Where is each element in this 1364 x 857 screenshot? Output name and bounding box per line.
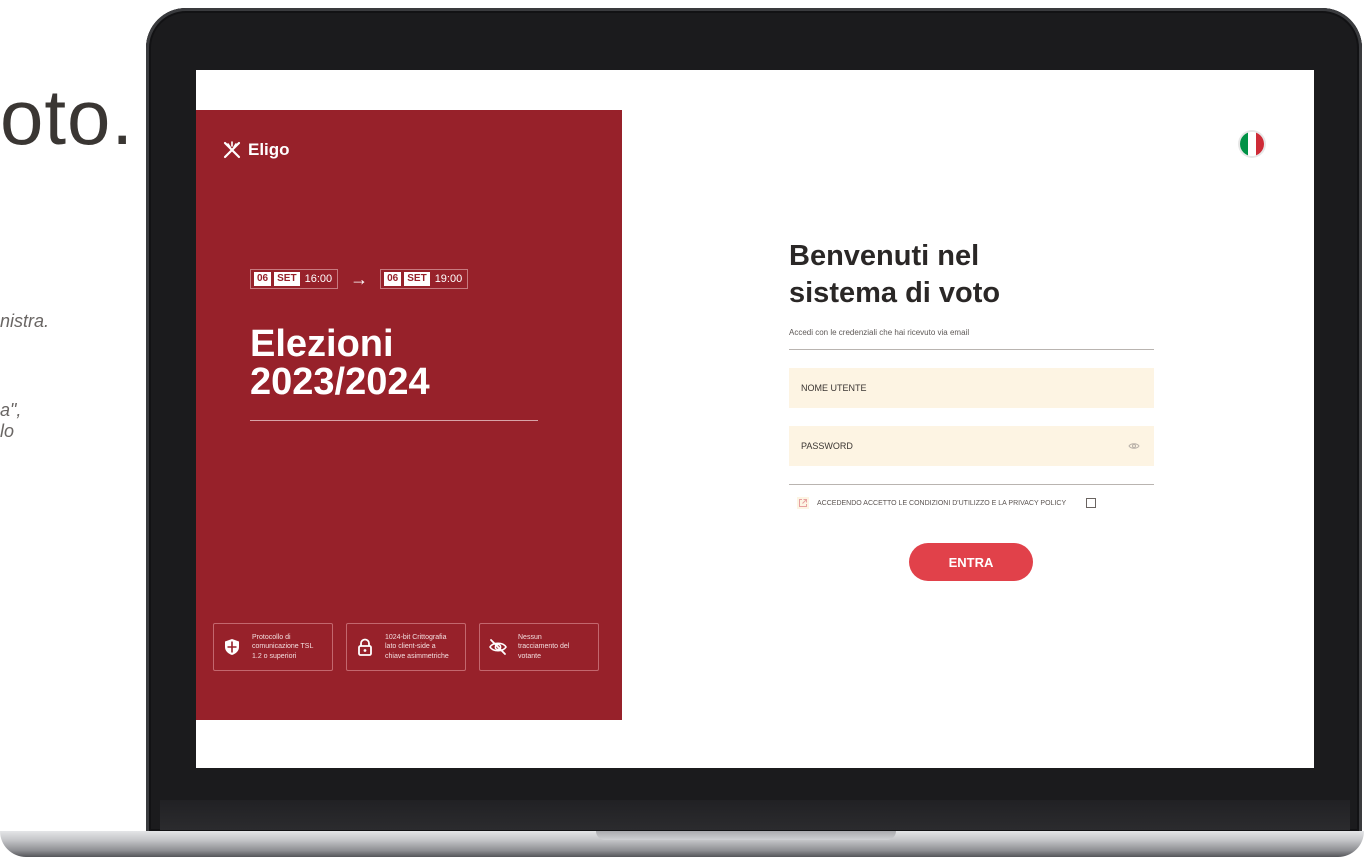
end-day: 06 <box>384 272 402 286</box>
security-features: Protocollo di comunicazione TSL 1.2 o su… <box>213 623 599 671</box>
username-placeholder: NOME UTENTE <box>801 383 867 394</box>
username-field[interactable]: NOME UTENTE <box>789 368 1154 409</box>
login-title-line: sistema di voto <box>789 277 1001 310</box>
election-title-line: Elezioni <box>250 323 394 365</box>
lock-icon <box>358 638 372 656</box>
feature-no-tracking: Nessun tracciamento del votante <box>479 623 599 671</box>
divider <box>789 349 1154 351</box>
election-title: Elezioni 2023/2024 <box>250 325 550 401</box>
feature-text: Nessun tracciamento del votante <box>518 633 570 660</box>
start-day: 06 <box>254 272 272 286</box>
italy-flag-icon[interactable] <box>1240 132 1264 156</box>
election-title-line: 2023/2024 <box>250 361 430 403</box>
start-date: 06 SET 16:00 <box>250 269 339 289</box>
laptop-chin <box>160 800 1350 830</box>
shield-icon <box>225 639 239 655</box>
external-link-icon[interactable] <box>797 497 809 510</box>
feature-tls: Protocollo di comunicazione TSL 1.2 o su… <box>213 623 333 671</box>
feature-text: 1024-bit Crittografia lato client-side a… <box>385 633 449 660</box>
terms-row: ACCEDENDO ACCETTO LE CONDIZIONI D'UTILIZ… <box>789 497 1154 510</box>
start-time: 16:00 <box>304 273 333 285</box>
brand-logo: Eligo <box>222 140 290 160</box>
start-month: SET <box>274 272 300 286</box>
eye-off-icon <box>489 639 507 655</box>
login-title: Benvenuti nel sistema di voto <box>789 238 1154 312</box>
terms-checkbox[interactable] <box>1086 498 1097 509</box>
divider <box>789 484 1154 486</box>
show-password-icon[interactable] <box>1128 440 1140 452</box>
slide-text-line: lo <box>0 421 15 441</box>
login-button[interactable]: ENTRA <box>909 543 1033 582</box>
eligo-logo-icon <box>223 141 241 159</box>
terms-text[interactable]: ACCEDENDO ACCETTO LE CONDIZIONI D'UTILIZ… <box>817 500 1066 507</box>
election-panel: Eligo 06 SET 16:00 → 06 SET 19:00 Elezio… <box>196 110 622 720</box>
password-placeholder: PASSWORD <box>801 441 853 452</box>
end-time: 19:00 <box>434 273 463 285</box>
end-month: SET <box>404 272 430 286</box>
password-field[interactable]: PASSWORD <box>789 426 1154 467</box>
login-title-line: Benvenuti nel <box>789 240 980 272</box>
login-form: Benvenuti nel sistema di voto Accedi con… <box>789 238 1154 582</box>
slide-heading: oto. <box>0 73 135 161</box>
slide-text-line: a", <box>0 400 22 420</box>
login-subtitle: Accedi con le credenziali che hai ricevu… <box>789 328 970 338</box>
slide-text-line: nistra. <box>0 311 50 331</box>
election-dates: 06 SET 16:00 → 06 SET 19:00 <box>250 269 469 289</box>
brand-name: Eligo <box>248 140 290 159</box>
end-date: 06 SET 19:00 <box>380 269 469 289</box>
laptop-screen: Eligo 06 SET 16:00 → 06 SET 19:00 Elezio… <box>196 70 1314 768</box>
arrow-right-icon: → <box>350 269 369 289</box>
divider <box>250 420 538 421</box>
laptop-notch <box>596 831 896 840</box>
feature-text: Protocollo di comunicazione TSL 1.2 o su… <box>252 633 314 660</box>
feature-encryption: 1024-bit Crittografia lato client-side a… <box>346 623 466 671</box>
